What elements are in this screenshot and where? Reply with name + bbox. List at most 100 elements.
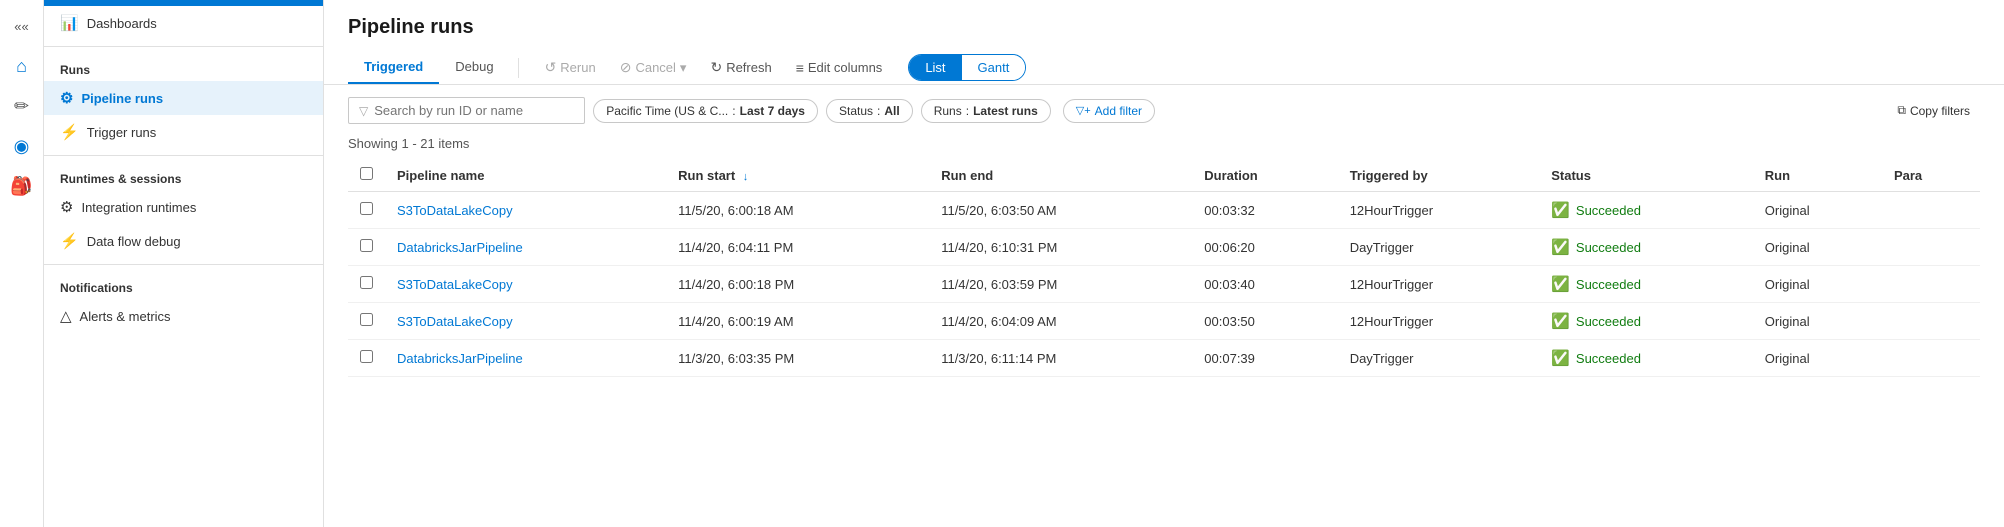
- refresh-icon: ↻: [710, 59, 722, 76]
- sidebar-item-data-flow-debug[interactable]: ⚡ Data flow debug: [44, 224, 323, 258]
- row-checkbox[interactable]: [360, 239, 373, 252]
- alerts-metrics-icon: △: [60, 307, 72, 325]
- sidebar-item-integration-runtimes[interactable]: ⚙ Integration runtimes: [44, 190, 323, 224]
- view-gantt-button[interactable]: Gantt: [962, 55, 1026, 80]
- row-checkbox[interactable]: [360, 313, 373, 326]
- runs-filter-pill[interactable]: Runs : Latest runs: [921, 99, 1051, 123]
- pipeline-name-link[interactable]: S3ToDataLakeCopy: [397, 203, 513, 218]
- row-status: ✅ Succeeded: [1539, 229, 1753, 266]
- section-runtimes-label: Runtimes & sessions: [44, 162, 323, 190]
- row-pipeline-name: S3ToDataLakeCopy: [385, 266, 666, 303]
- row-triggered-by: 12HourTrigger: [1338, 192, 1540, 229]
- status-succeeded-icon: ✅: [1551, 349, 1570, 367]
- tab-triggered[interactable]: Triggered: [348, 51, 439, 84]
- data-flow-debug-label: Data flow debug: [87, 234, 181, 249]
- runs-filter-label: Runs: [934, 104, 962, 118]
- status-label: Succeeded: [1576, 240, 1641, 255]
- row-duration: 00:03:40: [1192, 266, 1337, 303]
- add-filter-button[interactable]: ▽+ Add filter: [1063, 99, 1155, 123]
- row-checkbox-cell: [348, 192, 385, 229]
- row-para: [1882, 303, 1980, 340]
- main-content: Pipeline runs Triggered Debug ↺ Rerun ⊘ …: [324, 0, 2004, 527]
- tabs-bar: Triggered Debug ↺ Rerun ⊘ Cancel ▾ ↻ Ref…: [348, 51, 1980, 84]
- header-run: Run: [1753, 159, 1882, 192]
- add-filter-label: Add filter: [1095, 104, 1142, 118]
- row-run-start: 11/3/20, 6:03:35 PM: [666, 340, 929, 377]
- table-wrapper: Pipeline name Run start ↓ Run end Durati…: [324, 159, 2004, 527]
- row-triggered-by: DayTrigger: [1338, 229, 1540, 266]
- row-para: [1882, 229, 1980, 266]
- row-pipeline-name: S3ToDataLakeCopy: [385, 192, 666, 229]
- row-run-type: Original: [1753, 303, 1882, 340]
- status-succeeded-icon: ✅: [1551, 312, 1570, 330]
- nav-monitor[interactable]: ◉: [4, 128, 40, 164]
- page-title: Pipeline runs: [348, 16, 1980, 39]
- row-checkbox[interactable]: [360, 350, 373, 363]
- nav-pencil[interactable]: ✏: [4, 88, 40, 124]
- edit-columns-button[interactable]: ≡ Edit columns: [786, 54, 893, 82]
- header-para: Para: [1882, 159, 1980, 192]
- row-duration: 00:06:20: [1192, 229, 1337, 266]
- rerun-button[interactable]: ↺ Rerun: [535, 53, 606, 82]
- cancel-icon: ⊘: [620, 59, 632, 76]
- refresh-button[interactable]: ↻ Refresh: [700, 53, 781, 82]
- nav-expand[interactable]: ««: [4, 8, 40, 44]
- header-run-end: Run end: [929, 159, 1192, 192]
- header-status: Status: [1539, 159, 1753, 192]
- row-checkbox[interactable]: [360, 276, 373, 289]
- header-run-start: Run start ↓: [666, 159, 929, 192]
- row-duration: 00:07:39: [1192, 340, 1337, 377]
- sidebar-item-trigger-runs[interactable]: ⚡ Trigger runs: [44, 115, 323, 149]
- edit-columns-icon: ≡: [796, 60, 804, 76]
- pipeline-runs-icon: ⚙: [60, 89, 73, 107]
- row-duration: 00:03:50: [1192, 303, 1337, 340]
- row-para: [1882, 340, 1980, 377]
- nav-home[interactable]: ⌂: [4, 48, 40, 84]
- row-triggered-by: DayTrigger: [1338, 340, 1540, 377]
- pipeline-name-link[interactable]: S3ToDataLakeCopy: [397, 277, 513, 292]
- trigger-runs-label: Trigger runs: [87, 125, 157, 140]
- divider-3: [44, 264, 323, 265]
- view-list-button[interactable]: List: [909, 55, 961, 80]
- row-para: [1882, 192, 1980, 229]
- dashboards-label: Dashboards: [87, 16, 157, 31]
- run-start-sort-icon[interactable]: ↓: [743, 171, 749, 183]
- integration-runtimes-label: Integration runtimes: [81, 200, 196, 215]
- filters-bar: ▽ Pacific Time (US & C... : Last 7 days …: [324, 85, 2004, 136]
- sidebar-item-alerts-metrics[interactable]: △ Alerts & metrics: [44, 299, 323, 333]
- row-para: [1882, 266, 1980, 303]
- row-checkbox-cell: [348, 303, 385, 340]
- nav-bag[interactable]: 🎒: [4, 168, 40, 204]
- status-label: Succeeded: [1576, 277, 1641, 292]
- select-all-checkbox[interactable]: [360, 167, 373, 180]
- cancel-chevron-icon: ▾: [680, 60, 687, 76]
- sidebar-item-dashboards[interactable]: 📊 Pipeline runs Dashboards: [44, 6, 323, 40]
- row-run-start: 11/4/20, 6:04:11 PM: [666, 229, 929, 266]
- status-filter-pill[interactable]: Status : All: [826, 99, 913, 123]
- row-run-start: 11/4/20, 6:00:19 AM: [666, 303, 929, 340]
- sidebar: 📊 Pipeline runs Dashboards Runs ⚙ Pipeli…: [44, 0, 324, 527]
- row-status: ✅ Succeeded: [1539, 266, 1753, 303]
- search-box[interactable]: ▽: [348, 97, 585, 124]
- section-notifications-label: Notifications: [44, 271, 323, 299]
- sidebar-item-pipeline-runs[interactable]: ⚙ Pipeline runs: [44, 81, 323, 115]
- cancel-button[interactable]: ⊘ Cancel ▾: [610, 53, 697, 82]
- row-run-end: 11/3/20, 6:11:14 PM: [929, 340, 1192, 377]
- row-run-end: 11/4/20, 6:10:31 PM: [929, 229, 1192, 266]
- header-triggered-by: Triggered by: [1338, 159, 1540, 192]
- copy-filters-button[interactable]: ⧉ Copy filters: [1887, 98, 1980, 123]
- tab-debug[interactable]: Debug: [439, 51, 509, 84]
- row-triggered-by: 12HourTrigger: [1338, 303, 1540, 340]
- pipeline-name-link[interactable]: S3ToDataLakeCopy: [397, 314, 513, 329]
- row-checkbox[interactable]: [360, 202, 373, 215]
- row-pipeline-name: DatabricksJarPipeline: [385, 340, 666, 377]
- trigger-runs-icon: ⚡: [60, 123, 79, 141]
- search-input[interactable]: [374, 103, 574, 118]
- row-run-end: 11/4/20, 6:03:59 PM: [929, 266, 1192, 303]
- pipeline-runs-table: Pipeline name Run start ↓ Run end Durati…: [348, 159, 1980, 377]
- pipeline-name-link[interactable]: DatabricksJarPipeline: [397, 240, 523, 255]
- time-filter-pill[interactable]: Pacific Time (US & C... : Last 7 days: [593, 99, 818, 123]
- status-succeeded-icon: ✅: [1551, 201, 1570, 219]
- pipeline-name-link[interactable]: DatabricksJarPipeline: [397, 351, 523, 366]
- row-checkbox-cell: [348, 229, 385, 266]
